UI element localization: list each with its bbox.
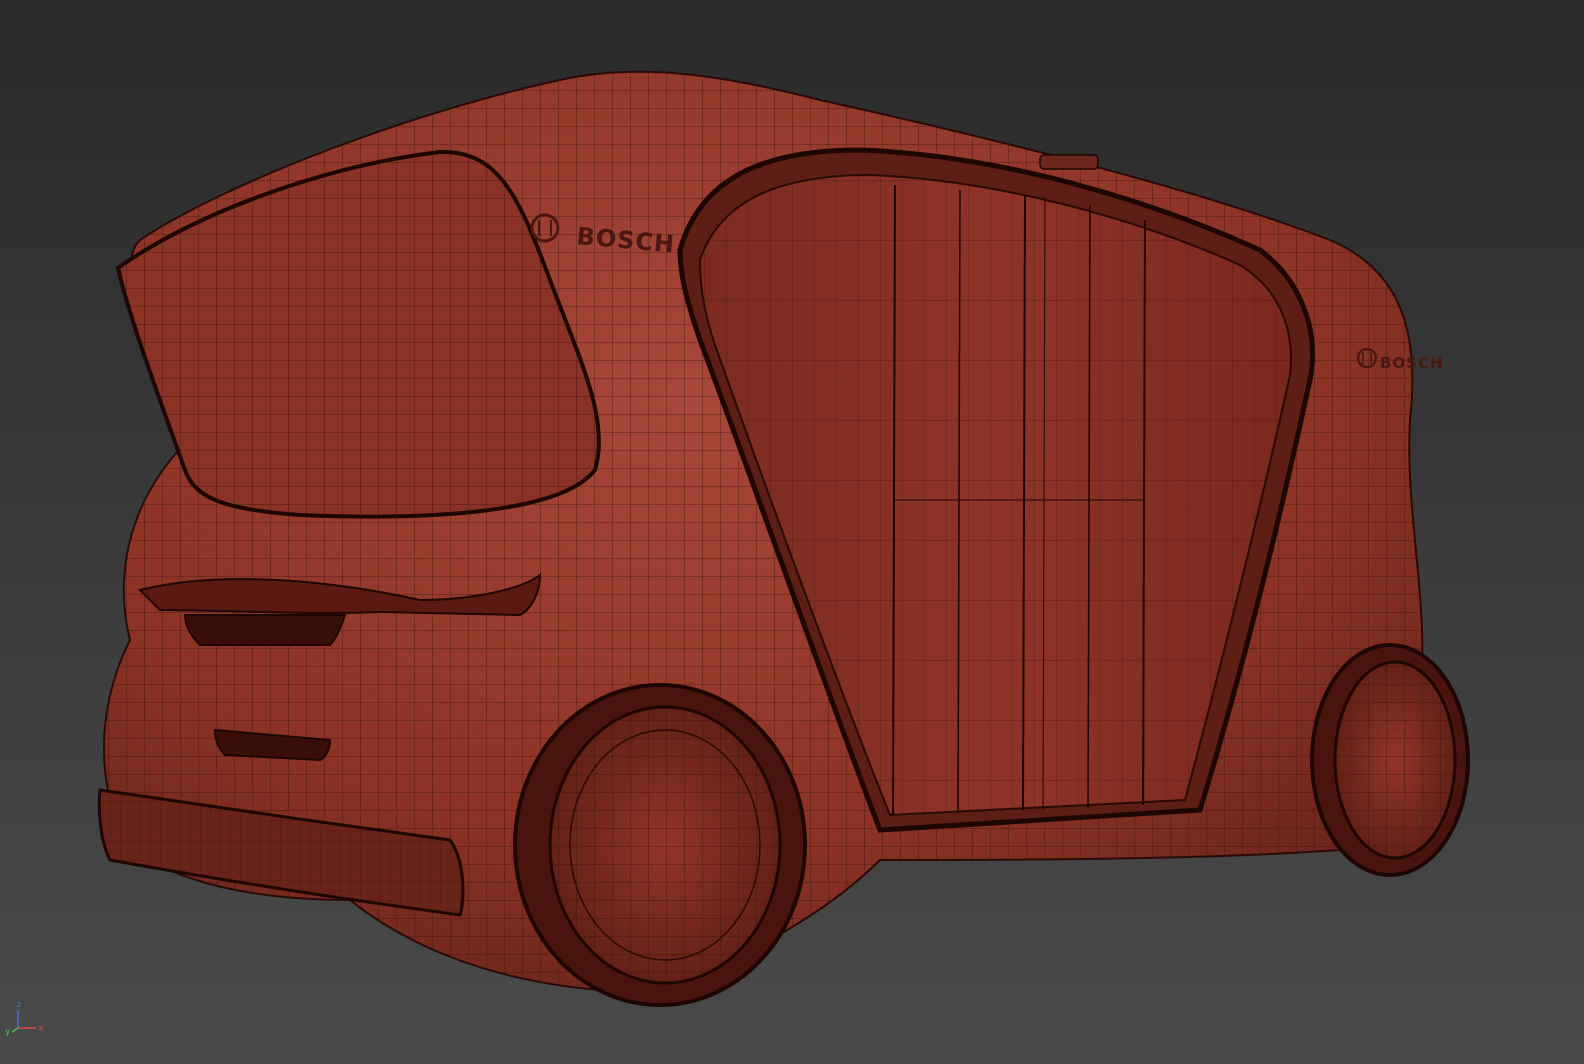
front-wheel — [513, 683, 807, 1007]
y-axis-label: y — [5, 1027, 11, 1037]
brand-text-side: BOSCH — [1380, 354, 1444, 372]
rear-wheel — [1310, 643, 1470, 877]
y-axis-line — [11, 1027, 19, 1033]
x-axis-label: x — [38, 1024, 44, 1034]
axis-gizmo: z y x — [5, 1000, 44, 1037]
z-axis-label: z — [16, 1000, 21, 1010]
3d-viewport[interactable]: BOSCH BOSCH z y x — [0, 0, 1584, 1064]
model-render[interactable]: BOSCH BOSCH z y x — [0, 0, 1584, 1064]
